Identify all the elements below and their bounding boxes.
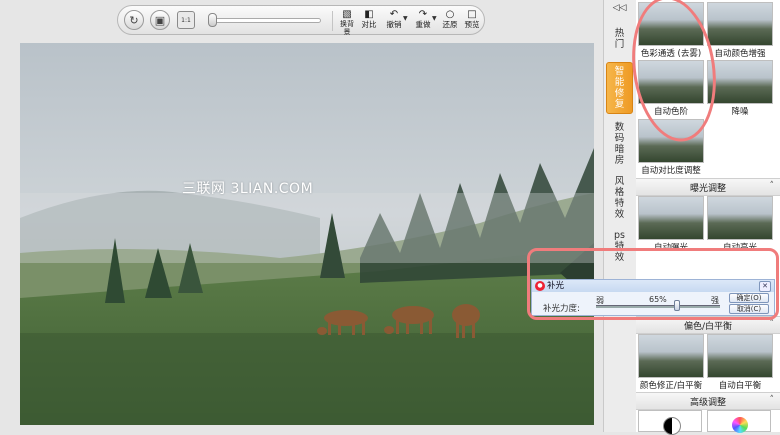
thumb-denoise[interactable]: 降噪 [707,60,773,117]
change-background-button[interactable]: ▧ 换背景 [336,9,358,36]
section-white-balance-label: 偏色/白平衡 [683,321,733,332]
undo-label: 撤销 [386,20,402,29]
thumb-image [707,334,773,378]
thumb-auto-white-balance[interactable]: 自动白平衡 [707,334,773,391]
color-wheel-icon [732,417,748,433]
thumb-caption: 自动对比度调整 [641,166,701,176]
thumb-image [707,196,773,240]
undo-icon: ↶ [389,9,399,20]
thumb-caption: 降噪 [731,107,749,117]
tab-hot[interactable]: 热门 [606,18,633,60]
watermark-text: 三联网 3LIAN.COM [182,181,314,197]
preview-button[interactable]: □ 预览 [461,9,483,33]
section-exposure-label: 曝光调整 [689,183,726,194]
top-toolbar: ↻ ▣ 1:1 ▧ 换背景 ◧ 对比 ↶ 撤销 ▼ ↷ 重做 ▼ ○ 还原 □ … [117,5,485,36]
tab-smart-repair-label: 智能修复 [614,66,625,110]
zoom-slider-knob[interactable] [208,13,217,27]
restore-icon: ○ [445,9,455,20]
preview-icon: □ [467,9,477,20]
redo-icon: ↷ [418,9,428,20]
background-icon: ▧ [342,9,352,20]
section-advanced-label: 高级调整 [689,397,726,408]
thumb-advanced-2[interactable] [707,410,771,433]
thumb-caption: 颜色修正/白平衡 [639,381,703,391]
tab-style-effects-label: 风格特效 [614,176,625,220]
compare-label: 对比 [361,20,377,29]
undo-dropdown-icon[interactable]: ▼ [403,15,408,22]
chevron-up-icon: ˄ [769,181,775,191]
collapse-icon[interactable]: ◁◁ [606,2,633,14]
tab-hot-label: 热门 [614,28,625,50]
fit-button[interactable]: 1:1 [177,11,195,29]
photo-canvas[interactable]: 三联网 3LIAN.COM [20,43,594,425]
tab-digital-darkroom[interactable]: 数码暗房 [606,118,633,170]
thumb-advanced-1[interactable] [638,410,702,435]
tab-style-effects[interactable]: 风格特效 [606,172,633,224]
thumb-image [638,196,704,240]
thumb-caption: 自动颜色增强 [714,49,766,59]
monitor-icon[interactable]: ▣ [150,10,170,30]
redo-label: 重做 [415,20,431,29]
refresh-icon[interactable]: ↻ [124,10,144,30]
compare-button[interactable]: ◧ 对比 [358,9,380,33]
fit-label: 1:1 [181,16,191,24]
change-background-label: 换背景 [340,20,354,36]
thumb-image [707,2,773,46]
compare-icon: ◧ [364,9,374,20]
zoom-slider[interactable] [209,18,321,23]
landscape-photo [20,43,594,425]
tab-smart-repair[interactable]: 智能修复 [606,62,633,114]
section-exposure[interactable]: 曝光调整 ˄ [636,178,780,196]
thumb-auto-color[interactable]: 自动颜色增强 [707,2,773,59]
tab-digital-darkroom-label: 数码暗房 [614,122,625,166]
thumb-image [707,60,773,104]
thumb-auto-exposure[interactable]: 自动曝光 [638,196,704,253]
thumb-image [638,334,704,378]
levels-icon [663,417,681,435]
thumb-color-correction[interactable]: 颜色修正/白平衡 [638,334,704,391]
thumb-auto-highlight[interactable]: 自动高光 [707,196,773,253]
chevron-up-icon: ˄ [769,319,775,329]
restore-label: 还原 [442,20,458,29]
section-advanced[interactable]: 高级调整 ˄ [636,392,780,410]
separator [332,11,333,31]
redo-dropdown-icon[interactable]: ▼ [432,15,437,22]
highlight-box [527,248,779,320]
thumb-caption: 自动白平衡 [718,381,762,391]
chevron-up-icon: ˄ [769,395,775,405]
preview-label: 预览 [464,20,480,29]
restore-button[interactable]: ○ 还原 [439,9,461,33]
